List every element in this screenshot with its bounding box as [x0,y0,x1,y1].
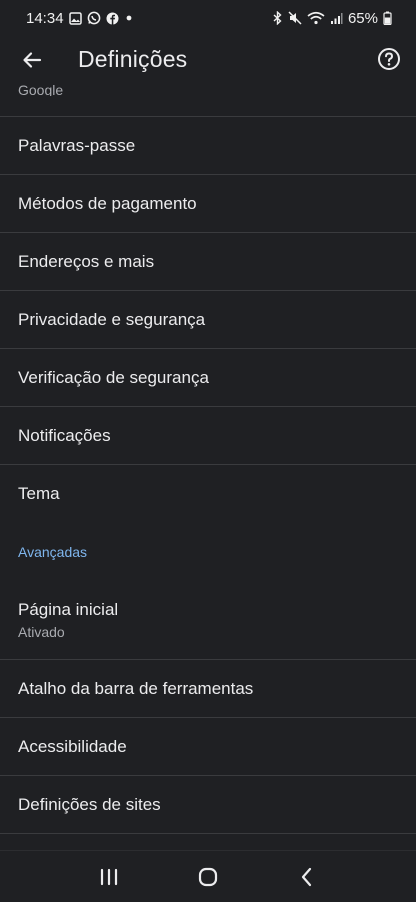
whatsapp-icon [87,11,101,25]
list-item-toolbar-shortcut[interactable]: Atalho da barra de ferramentas [0,660,416,718]
gallery-icon [68,11,82,25]
status-time: 14:34 [26,9,64,27]
wifi-icon [307,11,325,25]
facebook-icon [106,12,119,25]
home-icon [198,867,218,886]
list-item-theme[interactable]: Tema [0,465,416,523]
mute-icon [288,11,302,25]
item-label: Página inicial [18,600,119,619]
list-item-accessibility[interactable]: Acessibilidade [0,718,416,776]
battery-icon [383,11,392,25]
list-item-addresses[interactable]: Endereços e mais [0,233,416,291]
bluetooth-icon [272,11,283,25]
list-item-privacy-security[interactable]: Privacidade e segurança [0,291,416,349]
battery-percent: 65% [347,9,378,27]
item-label: Definições de sites [18,794,161,814]
list-item-google-cutoff[interactable]: Google [0,84,416,117]
list-item-safety-check[interactable]: Verificação de segurança [0,349,416,407]
help-button[interactable] [376,46,402,72]
item-label: Notificações [18,425,111,445]
item-sublabel: Ativado [18,624,65,640]
recents-icon [101,868,118,885]
page-title: Definições [78,46,188,72]
item-label: Privacidade e segurança [18,309,206,329]
status-right: 65% [272,10,392,27]
list-item-passwords[interactable]: Palavras-passe [0,117,416,175]
item-label: Endereços e mais [18,251,155,271]
back-nav-icon [301,867,311,886]
item-label: Verificação de segurança [18,367,209,387]
app-bar: Definições [0,36,416,84]
list-item-notifications[interactable]: Notificações [0,407,416,465]
list-item-payment-methods[interactable]: Métodos de pagamento [0,175,416,233]
item-label: Palavras-passe [18,135,136,155]
item-label: Atalho da barra de ferramentas [18,678,254,698]
system-nav-bar [0,850,416,902]
dot-icon [124,13,134,23]
status-bar: 14:34 65% [0,0,416,36]
list-item-site-settings[interactable]: Definições de sites [0,776,416,834]
help-icon [378,48,400,70]
item-label: Acessibilidade [18,736,127,756]
back-nav-button[interactable] [287,857,327,897]
item-label: Métodos de pagamento [18,193,197,213]
list-item-homepage[interactable]: Página inicial Ativado [0,581,416,660]
home-button[interactable] [188,857,228,897]
cutoff-label: Google [18,84,64,96]
settings-list: Google Palavras-passe Métodos de pagamen… [0,84,416,850]
back-button[interactable] [16,44,48,76]
section-header-advanced: Avançadas [18,544,88,560]
signal-icon [330,12,343,25]
status-left: 14:34 [26,10,134,27]
item-label: Tema [18,484,60,503]
arrow-left-icon [23,52,42,68]
recents-button[interactable] [89,857,129,897]
